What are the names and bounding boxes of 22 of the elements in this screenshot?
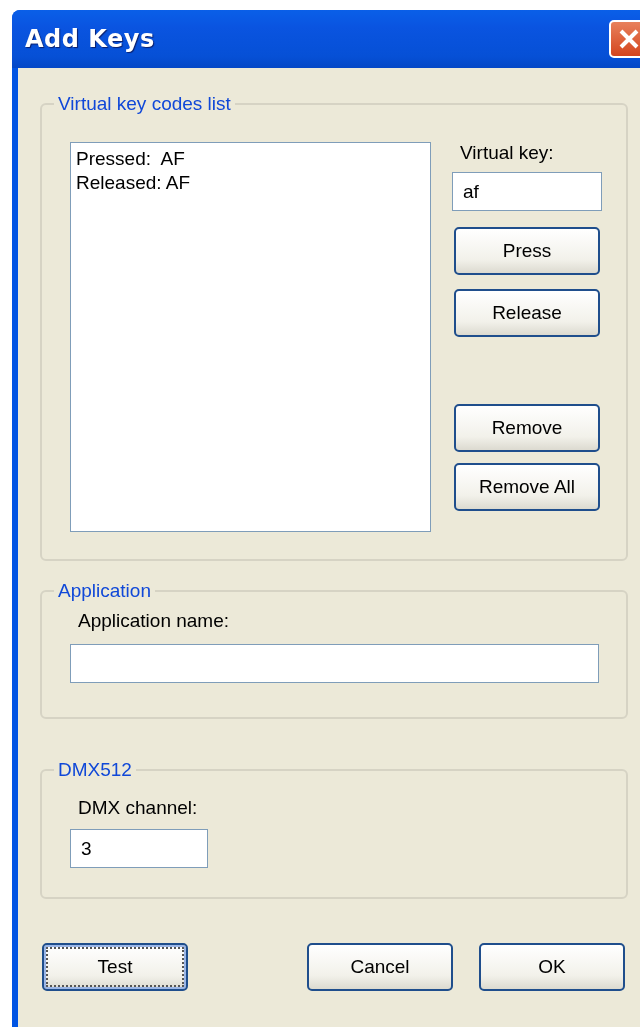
close-icon (618, 28, 640, 50)
group-title: DMX512 (57, 759, 133, 781)
key-button[interactable]: Remove All (454, 463, 600, 511)
field-label: DMX channel: (78, 797, 199, 819)
dialog-button[interactable]: Test (42, 943, 188, 991)
field-label: Application name: (78, 610, 231, 632)
dmx-channel-field[interactable]: 3 (70, 829, 208, 868)
list-item[interactable]: Pressed: AF (76, 147, 425, 171)
key-button[interactable]: Release (454, 289, 600, 337)
group-title: Application (57, 580, 152, 602)
key-button[interactable]: Remove (454, 404, 600, 452)
key-button[interactable]: Press (454, 227, 600, 275)
group-title: Virtual key codes list (57, 93, 232, 115)
application-name-field[interactable] (70, 644, 599, 683)
virtual-key-field[interactable]: af (452, 172, 602, 211)
close-button[interactable] (609, 20, 640, 58)
dialog-button[interactable]: Cancel (307, 943, 453, 991)
window-title: Add Keys (25, 25, 155, 53)
key-codes-list[interactable]: Pressed: AF Released: AF (70, 142, 431, 532)
list-item[interactable]: Released: AF (76, 171, 425, 195)
dialog-button[interactable]: OK (479, 943, 625, 991)
field-label: Virtual key: (460, 142, 555, 164)
